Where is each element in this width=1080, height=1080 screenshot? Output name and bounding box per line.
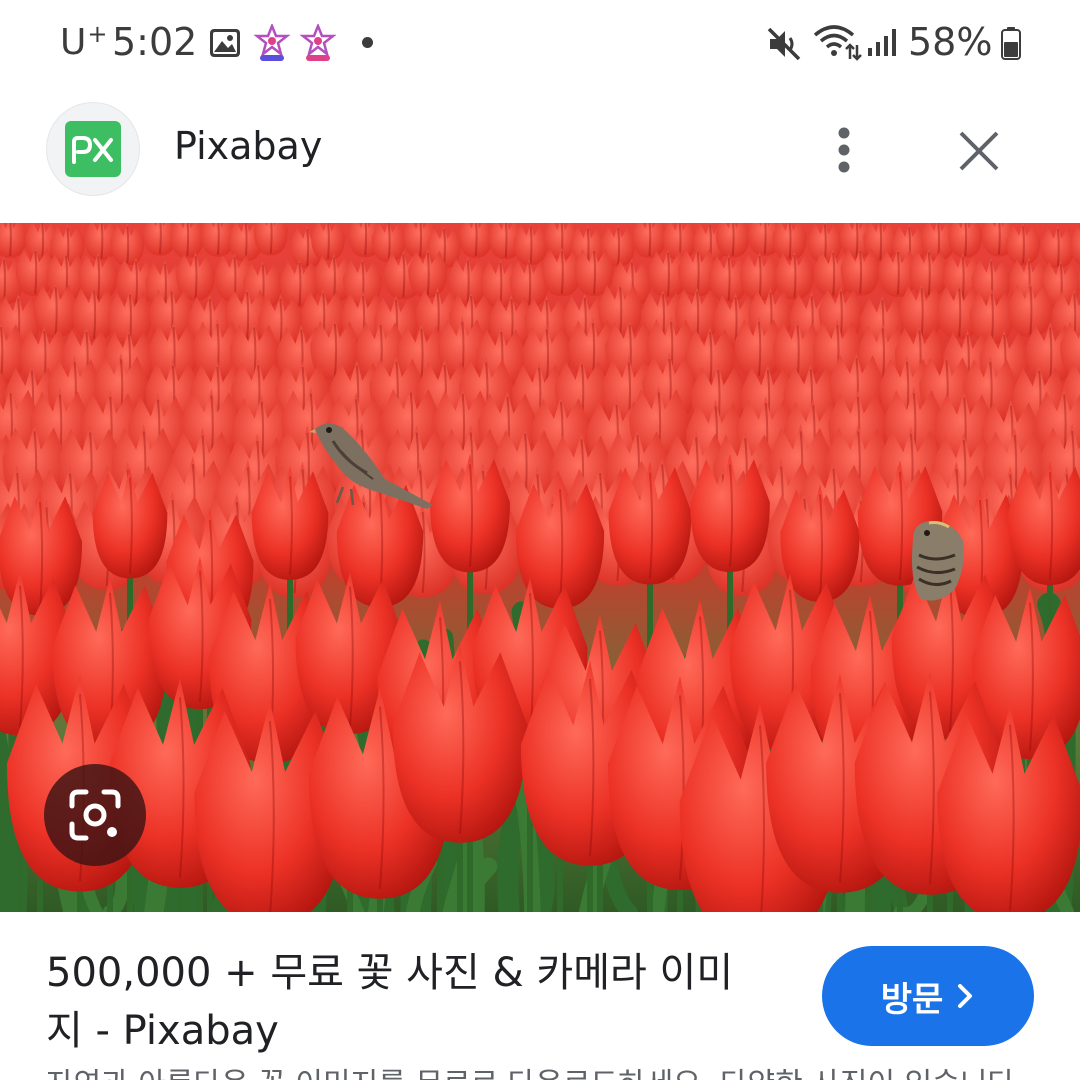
tulip	[33, 282, 78, 338]
tulip	[513, 223, 548, 266]
google-lens-icon	[69, 789, 121, 841]
status-bar: U+ 5:02 58%	[0, 0, 1080, 86]
tulip-field-image	[0, 223, 1080, 912]
wifi-icon	[813, 25, 862, 61]
tulip	[408, 248, 448, 298]
more-options-button[interactable]	[816, 114, 872, 186]
tulip	[1006, 223, 1041, 266]
visit-button-label: 방문	[880, 979, 944, 1020]
more-vertical-icon	[838, 127, 850, 173]
chevron-right-icon	[958, 984, 973, 1008]
carrier-label: U+	[60, 20, 108, 63]
signal-icon	[868, 29, 896, 56]
tulip	[909, 247, 949, 298]
tulip	[840, 246, 880, 296]
tulip	[774, 250, 814, 300]
site-name[interactable]: Pixabay	[174, 124, 322, 168]
tulip	[509, 257, 549, 308]
tulip	[1040, 225, 1075, 269]
tulip	[176, 251, 216, 301]
tulip	[740, 251, 780, 301]
google-lens-button[interactable]	[44, 764, 146, 866]
image-preview[interactable]	[0, 223, 1080, 912]
tulip	[458, 223, 493, 258]
battery-level: 58%	[908, 20, 993, 64]
result-header: Pixabay	[0, 86, 1080, 223]
tulip	[1008, 281, 1053, 338]
tulip	[948, 223, 983, 258]
close-icon	[959, 131, 999, 171]
app-icon	[254, 24, 290, 61]
status-time: 5:02	[112, 20, 198, 64]
close-button[interactable]	[946, 118, 1012, 184]
pixabay-logo-icon	[65, 121, 121, 177]
tulip	[969, 288, 1014, 345]
result-title[interactable]: 500,000 + 무료 꽃 사진 & 카메라 이미지 - Pixabay	[46, 944, 766, 1060]
tulip	[78, 251, 118, 302]
notification-dot	[362, 37, 373, 48]
battery-icon	[1001, 27, 1021, 60]
px-logo-glyph	[72, 136, 113, 164]
tulip	[371, 223, 406, 263]
visit-button[interactable]: 방문	[822, 946, 1034, 1046]
site-logo[interactable]	[46, 102, 140, 196]
tulip	[311, 223, 346, 261]
mute-icon	[767, 27, 801, 61]
tulip	[632, 223, 667, 258]
tulip	[110, 223, 145, 266]
result-snippet: 자연과 아름다운 꽃 이미지를 무료로 다운로드하세요. 다양한 사진이 있습니…	[46, 1066, 1046, 1080]
gallery-icon	[210, 29, 240, 57]
app-icon	[300, 24, 336, 61]
tulip	[772, 223, 807, 261]
tulip	[170, 223, 205, 258]
tulip	[937, 704, 1080, 912]
